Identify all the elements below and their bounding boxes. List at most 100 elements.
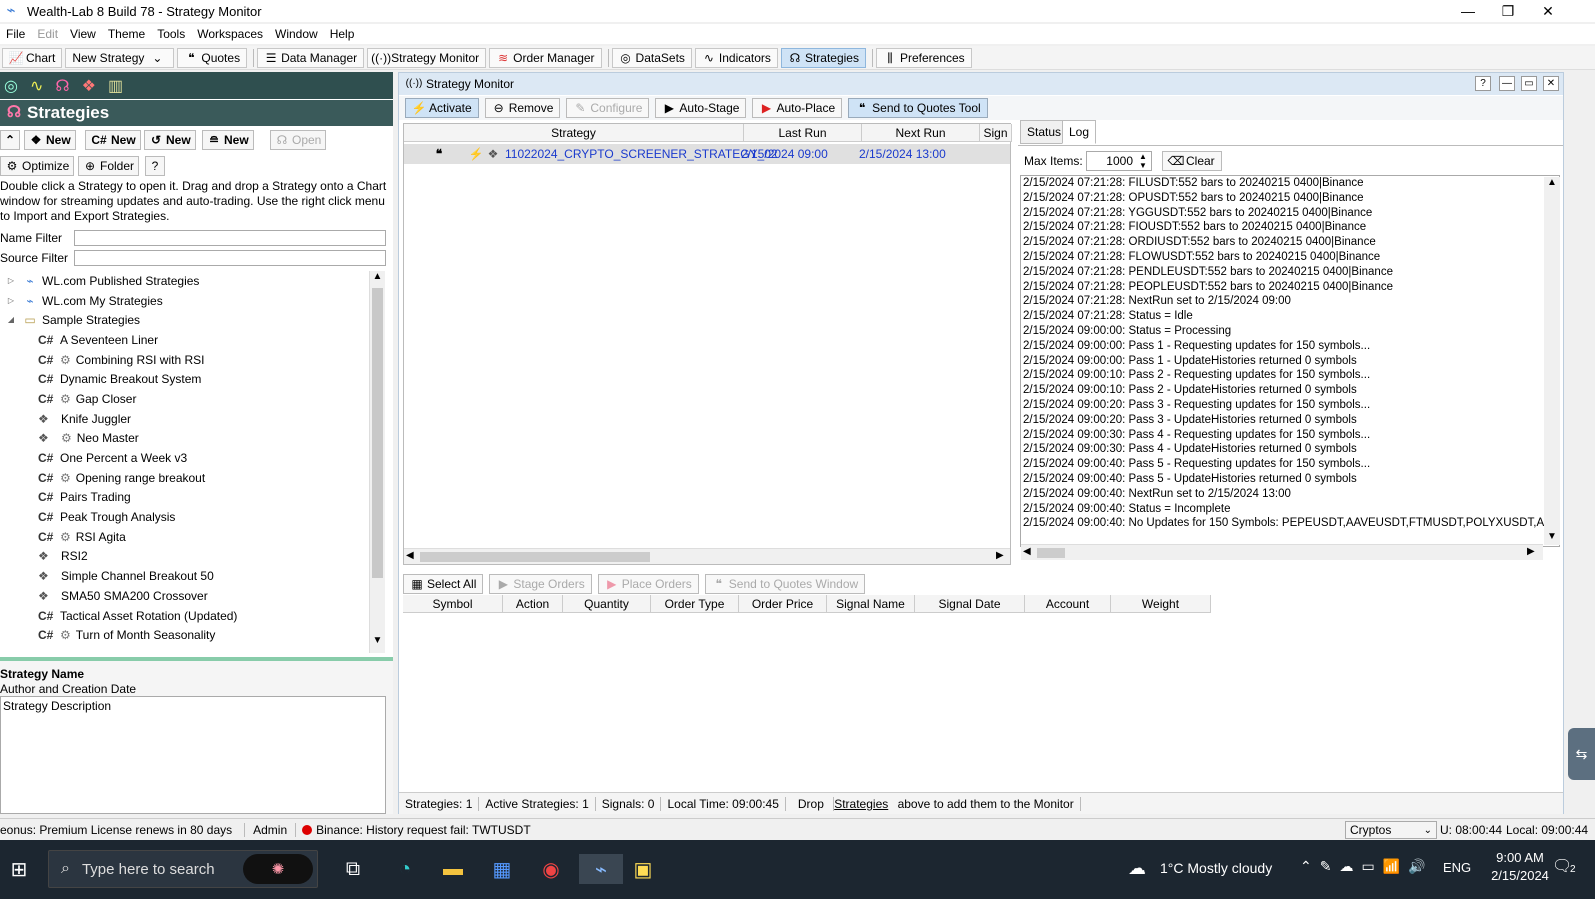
tree-item[interactable]: C# ⚙ Gap Closer <box>0 389 368 409</box>
menu-file[interactable]: File <box>0 27 31 41</box>
cubes-icon[interactable]: ❖ <box>82 76 96 96</box>
scroll-thumb[interactable] <box>372 288 383 578</box>
scroll-left-icon[interactable]: ◀ <box>406 550 414 561</box>
col-symbol[interactable]: Symbol <box>403 595 503 613</box>
remote-support-tab[interactable]: ⇆ <box>1568 728 1595 780</box>
expander-icon[interactable]: ▷ <box>4 274 18 288</box>
clear-button[interactable]: ⌫ Clear <box>1162 151 1222 171</box>
log-vscrollbar[interactable]: ▲ ▼ <box>1544 177 1560 545</box>
tree-item[interactable]: ▷ ⌁ WL.com Published Strategies <box>0 271 368 291</box>
new-csharp-button[interactable]: C# New <box>85 130 141 150</box>
tree-item[interactable]: C# Peak Trough Analysis <box>0 507 368 527</box>
wealthlab-taskbar-icon[interactable]: ⌁ <box>579 854 623 884</box>
menu-workspaces[interactable]: Workspaces <box>191 27 269 41</box>
tree-item[interactable]: C# ⚙ RSI Agita <box>0 527 368 547</box>
table-row[interactable]: ❝ ⚡ ❖ 11022024_CRYPTO_SCREENER_STRATEGY_… <box>404 144 1010 164</box>
clock-date[interactable]: 2/15/2024 <box>1490 868 1550 883</box>
help-button[interactable]: ? <box>145 156 165 176</box>
clock-time[interactable]: 9:00 AM <box>1490 850 1550 865</box>
tree-item[interactable]: C# Tactical Asset Rotation (Updated) <box>0 606 368 626</box>
close-button[interactable]: ✕ <box>1543 76 1559 91</box>
strategies-link[interactable]: Strategies <box>834 797 888 811</box>
tab-status[interactable]: Status <box>1020 120 1069 144</box>
order-manager-button[interactable]: ≋ Order Manager <box>489 47 602 68</box>
tree-item[interactable]: ❖ Simple Channel Breakout 50 <box>0 566 368 586</box>
tree-item[interactable]: ❖ ⚙ Neo Master <box>0 429 368 449</box>
source-filter-input[interactable] <box>74 250 386 266</box>
tree-item[interactable]: C# ⚙ Opening range breakout <box>0 468 368 488</box>
scroll-down-icon[interactable]: ▼ <box>1547 531 1557 542</box>
preferences-button[interactable]: ⫼ Preferences <box>875 47 972 68</box>
scroll-right-icon[interactable]: ▶ <box>1527 546 1535 557</box>
tree-item[interactable]: C# ⚙ Combining RSI with RSI <box>0 350 368 370</box>
menu-edit[interactable]: Edit <box>31 27 64 41</box>
tree-item[interactable]: ▷ ⌁ WL.com My Strategies <box>0 291 368 311</box>
menu-theme[interactable]: Theme <box>102 27 151 41</box>
menu-tools[interactable]: Tools <box>151 27 191 41</box>
new-blocks-button[interactable]: ❖ New <box>24 130 76 150</box>
col-strategy[interactable]: Strategy <box>404 124 744 142</box>
scroll-left-icon[interactable]: ◀ <box>1023 546 1031 557</box>
brain-icon[interactable]: ☊ <box>55 76 69 96</box>
windows-start-icon[interactable]: ⊞ <box>4 854 34 884</box>
globe-icon[interactable]: ◎ <box>4 76 18 96</box>
library-icon[interactable]: ▥ <box>108 76 123 96</box>
col-last-run[interactable]: Last Run <box>744 124 862 142</box>
tree-item[interactable]: C# Pairs Trading <box>0 488 368 508</box>
col-next-run[interactable]: Next Run <box>862 124 980 142</box>
task-view-icon[interactable]: ⧉ <box>338 854 368 884</box>
scroll-thumb[interactable] <box>420 552 650 562</box>
expander-icon[interactable]: ▷ <box>4 294 18 308</box>
tree-item[interactable]: ❖ SMA50 SMA200 Crossover <box>0 586 368 606</box>
tree-item[interactable]: C# ⚙ Turn of Month Seasonality <box>0 625 368 645</box>
grid-hscrollbar[interactable]: ◀ ▶ <box>404 548 1010 564</box>
log-hscrollbar[interactable]: ◀ ▶ <box>1021 544 1543 560</box>
data-manager-button[interactable]: ☰ Data Manager <box>257 47 365 68</box>
indicators-button[interactable]: ∿ Indicators <box>694 47 778 68</box>
copilot-icon[interactable]: ✺ <box>243 854 313 884</box>
max-items-stepper[interactable]: 1000 ▲ ▼ <box>1086 151 1152 171</box>
col-account[interactable]: Account <box>1025 595 1111 613</box>
tab-log[interactable]: Log <box>1062 120 1097 144</box>
collapse-button[interactable]: ⌃ <box>0 130 20 150</box>
help-button[interactable]: ? <box>1475 76 1491 91</box>
col-weight[interactable]: Weight <box>1111 595 1211 613</box>
quotes-button[interactable]: ❝ Quotes <box>177 47 248 68</box>
tree-item[interactable]: C# One Percent a Week v3 <box>0 448 368 468</box>
place-orders-button[interactable]: ▶ Place Orders <box>597 574 699 594</box>
menu-help[interactable]: Help <box>324 27 361 41</box>
scroll-right-icon[interactable]: ▶ <box>996 550 1004 561</box>
close-button[interactable]: ✕ <box>1525 0 1571 22</box>
app-taskbar-icon[interactable]: ▣ <box>628 854 658 884</box>
col-action[interactable]: Action <box>503 595 563 613</box>
strategies-button[interactable]: ☊ Strategies <box>780 47 866 68</box>
store-icon[interactable]: ▦ <box>487 854 517 884</box>
stage-orders-button[interactable]: ▶ Stage Orders <box>489 574 592 594</box>
auto-place-button[interactable]: ▶ Auto-Place <box>752 98 843 118</box>
open-button[interactable]: ☊ Open <box>270 130 327 150</box>
strategy-monitor-button[interactable]: ((·)) Strategy Monitor <box>367 47 487 68</box>
tree-item[interactable]: ❖ RSI2 <box>0 547 368 567</box>
tree-item[interactable]: C# A Seventeen Liner <box>0 330 368 350</box>
stepper-arrows-icon[interactable]: ▲ ▼ <box>1136 152 1150 170</box>
language-indicator[interactable]: ENG <box>1443 860 1471 875</box>
optimize-button[interactable]: ⚙ Optimize <box>0 156 75 176</box>
new-rotation-button[interactable]: ↺ New <box>144 130 196 150</box>
scroll-up-icon[interactable]: ▲ <box>371 271 384 286</box>
auto-stage-button[interactable]: ▶ Auto-Stage <box>655 98 747 118</box>
weather-text[interactable]: 1°C Mostly cloudy <box>1160 860 1272 876</box>
col-signal-name[interactable]: Signal Name <box>827 595 915 613</box>
col-order-price[interactable]: Order Price <box>739 595 827 613</box>
folder-button[interactable]: ⊕ Folder <box>78 156 140 176</box>
datasets-button[interactable]: ◎ DataSets <box>611 47 692 68</box>
edge-icon[interactable]: ◔ <box>390 854 420 884</box>
tree-scrollbar[interactable]: ▲ ▼ <box>369 271 385 653</box>
select-all-button[interactable]: ▦ Select All <box>403 574 484 594</box>
minimize-button[interactable]: — <box>1499 76 1515 91</box>
send-to-quotes-button[interactable]: ❝ Send to Quotes Tool <box>848 98 988 118</box>
tree-item[interactable]: ◢ ▭ Sample Strategies <box>0 310 368 330</box>
market-select[interactable]: Cryptos ⌄ <box>1345 821 1437 839</box>
new-meta-button[interactable]: ≘ New <box>202 130 254 150</box>
tree-item[interactable]: ❖ Knife Juggler <box>0 409 368 429</box>
menu-view[interactable]: View <box>64 27 102 41</box>
